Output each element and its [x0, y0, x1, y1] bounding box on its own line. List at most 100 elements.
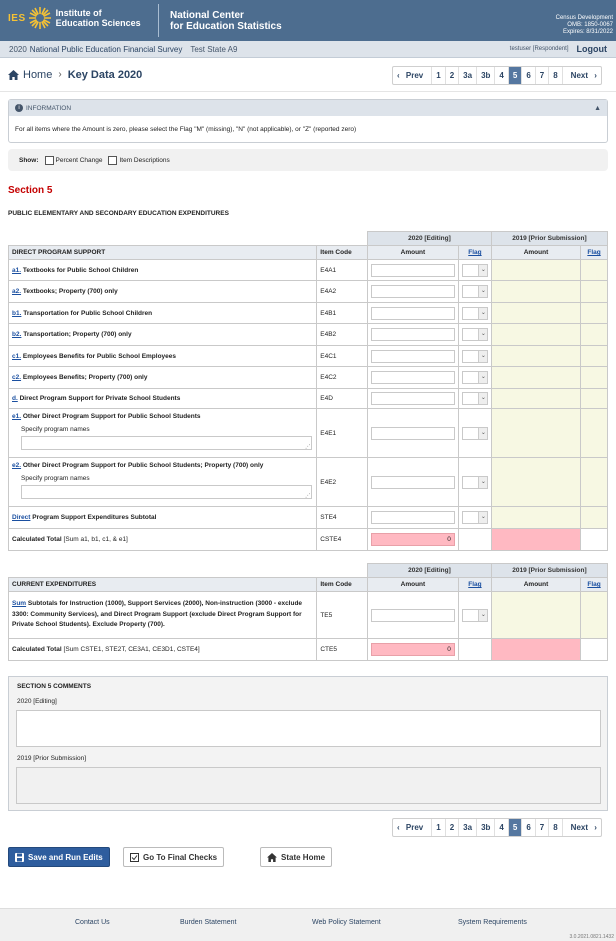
item-link[interactable]: b2.	[12, 331, 21, 338]
prior-amount	[490, 259, 582, 281]
prev-link[interactable]: ‹ Prev	[393, 67, 433, 84]
amount-input[interactable]	[370, 263, 455, 277]
web-policy-link[interactable]: Web Policy Statement	[312, 919, 381, 926]
specify-label: Specify program names	[21, 474, 90, 482]
sunburst-icon	[28, 7, 51, 29]
percent-change-checkbox[interactable]	[44, 155, 54, 165]
comments-editing-textarea[interactable]	[16, 710, 601, 747]
chevron-right-icon: ›	[58, 69, 62, 80]
prior-flag	[580, 259, 608, 281]
amount-input[interactable]	[370, 285, 455, 298]
prior-flag-header-link[interactable]: Flag	[587, 581, 600, 588]
code-header: Item Code	[316, 245, 368, 260]
logout-link[interactable]: Logout	[577, 44, 608, 54]
flag-select[interactable]: ⌄	[461, 263, 488, 277]
prior-amount-header: Amount	[490, 245, 582, 260]
page-link[interactable]: 8	[549, 819, 563, 836]
system-requirements-link[interactable]: System Requirements	[458, 919, 527, 926]
information-header[interactable]: i INFORMATION ▲	[9, 100, 607, 116]
census-info: Census Development OMB: 1850-0067 Expire…	[555, 15, 613, 35]
breadcrumb-home[interactable]: Home	[8, 69, 52, 81]
flag-select[interactable]: ⌄	[461, 511, 488, 524]
amount-input[interactable]	[370, 371, 455, 384]
next-link[interactable]: Next ›	[563, 67, 601, 84]
flag-select[interactable]: ⌄	[461, 285, 488, 298]
go-to-final-checks-button[interactable]: Go To Final Checks	[123, 847, 225, 867]
page-link-active[interactable]: 5	[508, 67, 523, 84]
amount-input[interactable]	[370, 349, 455, 363]
contact-us-link[interactable]: Contact Us	[75, 919, 110, 926]
table-row: e2. Other Direct Program Support for Pub…	[7, 457, 608, 507]
flag-select[interactable]: ⌄	[461, 475, 488, 489]
page-link[interactable]: 3b	[477, 819, 496, 836]
amount-input[interactable]	[370, 392, 455, 405]
prior-amount	[490, 345, 582, 367]
prior-amount-header: Amount	[490, 577, 582, 592]
flag-select[interactable]: ⌄	[461, 608, 488, 622]
item-link[interactable]: e2.	[12, 462, 21, 469]
save-run-edits-button[interactable]: Save and Run Edits	[8, 847, 110, 867]
prior-amount	[490, 457, 582, 507]
state-home-button[interactable]: State Home	[260, 847, 333, 867]
table-row: b2. Transportation; Property (700) only …	[7, 323, 608, 346]
flag-select[interactable]: ⌄	[461, 306, 488, 320]
page-link[interactable]: 4	[495, 67, 509, 84]
nces-logo[interactable]: National Center for Education Statistics	[170, 10, 282, 32]
item-code: E4E1	[316, 408, 368, 458]
next-link[interactable]: Next ›	[563, 819, 601, 836]
info-icon: i	[15, 104, 23, 112]
ies-logo[interactable]: IES Institute of Education Sciences	[8, 6, 141, 30]
page-link[interactable]: 6	[522, 67, 536, 84]
item-link[interactable]: c1.	[12, 353, 21, 360]
amount-input[interactable]	[370, 511, 455, 524]
page-link[interactable]: 3a	[459, 67, 478, 84]
flag-header-link[interactable]: Flag	[468, 249, 481, 256]
desc-header: CURRENT EXPENDITURES	[7, 577, 318, 592]
page-link-active[interactable]: 5	[508, 819, 523, 836]
amount-input[interactable]	[370, 328, 455, 341]
flag-select[interactable]: ⌄	[461, 328, 488, 341]
amount-input[interactable]	[370, 306, 455, 320]
page-link[interactable]: 3b	[477, 67, 496, 84]
item-descriptions-checkbox[interactable]	[108, 155, 118, 165]
collapse-icon[interactable]: ▲	[594, 105, 601, 112]
item-link[interactable]: b1.	[12, 310, 21, 317]
program-names-textarea[interactable]	[21, 435, 313, 450]
program-names-textarea[interactable]	[21, 484, 313, 499]
page-link[interactable]: 8	[549, 67, 563, 84]
item-code: E4D	[316, 388, 368, 409]
page-link[interactable]: 6	[522, 819, 536, 836]
item-link[interactable]: Sum	[12, 600, 26, 607]
page-link[interactable]: 7	[536, 819, 550, 836]
page-link[interactable]: 7	[536, 67, 550, 84]
amount-header: Amount	[366, 577, 459, 592]
page-link[interactable]: 1	[432, 67, 446, 84]
prior-amount	[490, 366, 582, 389]
flag-select[interactable]: ⌄	[461, 371, 488, 384]
flag-select[interactable]: ⌄	[461, 392, 488, 405]
chevron-down-icon: ⌄	[480, 395, 486, 401]
amount-input[interactable]	[370, 426, 455, 440]
item-link[interactable]: Direct	[12, 514, 30, 521]
page-link[interactable]: 2	[446, 67, 460, 84]
item-link[interactable]: c2.	[12, 374, 21, 381]
prior-flag-header-link[interactable]: Flag	[587, 249, 600, 256]
flag-select[interactable]: ⌄	[461, 349, 488, 363]
burden-statement-link[interactable]: Burden Statement	[180, 919, 236, 926]
comments-editing-label: 2020 [Editing]	[17, 698, 57, 705]
flag-header-link[interactable]: Flag	[468, 581, 481, 588]
chevron-down-icon: ⌄	[480, 478, 486, 485]
page-link[interactable]: 1	[432, 819, 446, 836]
prev-link[interactable]: ‹ Prev	[393, 819, 433, 836]
flag-select[interactable]: ⌄	[461, 426, 488, 440]
item-description: Transportation for Public School Childre…	[23, 309, 153, 317]
amount-input[interactable]	[370, 475, 455, 489]
item-link[interactable]: a2.	[12, 288, 21, 295]
page-link[interactable]: 2	[446, 819, 460, 836]
item-link[interactable]: d.	[12, 395, 18, 402]
page-link[interactable]: 3a	[459, 819, 478, 836]
item-link[interactable]: e1.	[12, 413, 21, 420]
amount-input[interactable]	[370, 608, 455, 622]
item-link[interactable]: a1.	[12, 267, 21, 274]
page-link[interactable]: 4	[495, 819, 509, 836]
